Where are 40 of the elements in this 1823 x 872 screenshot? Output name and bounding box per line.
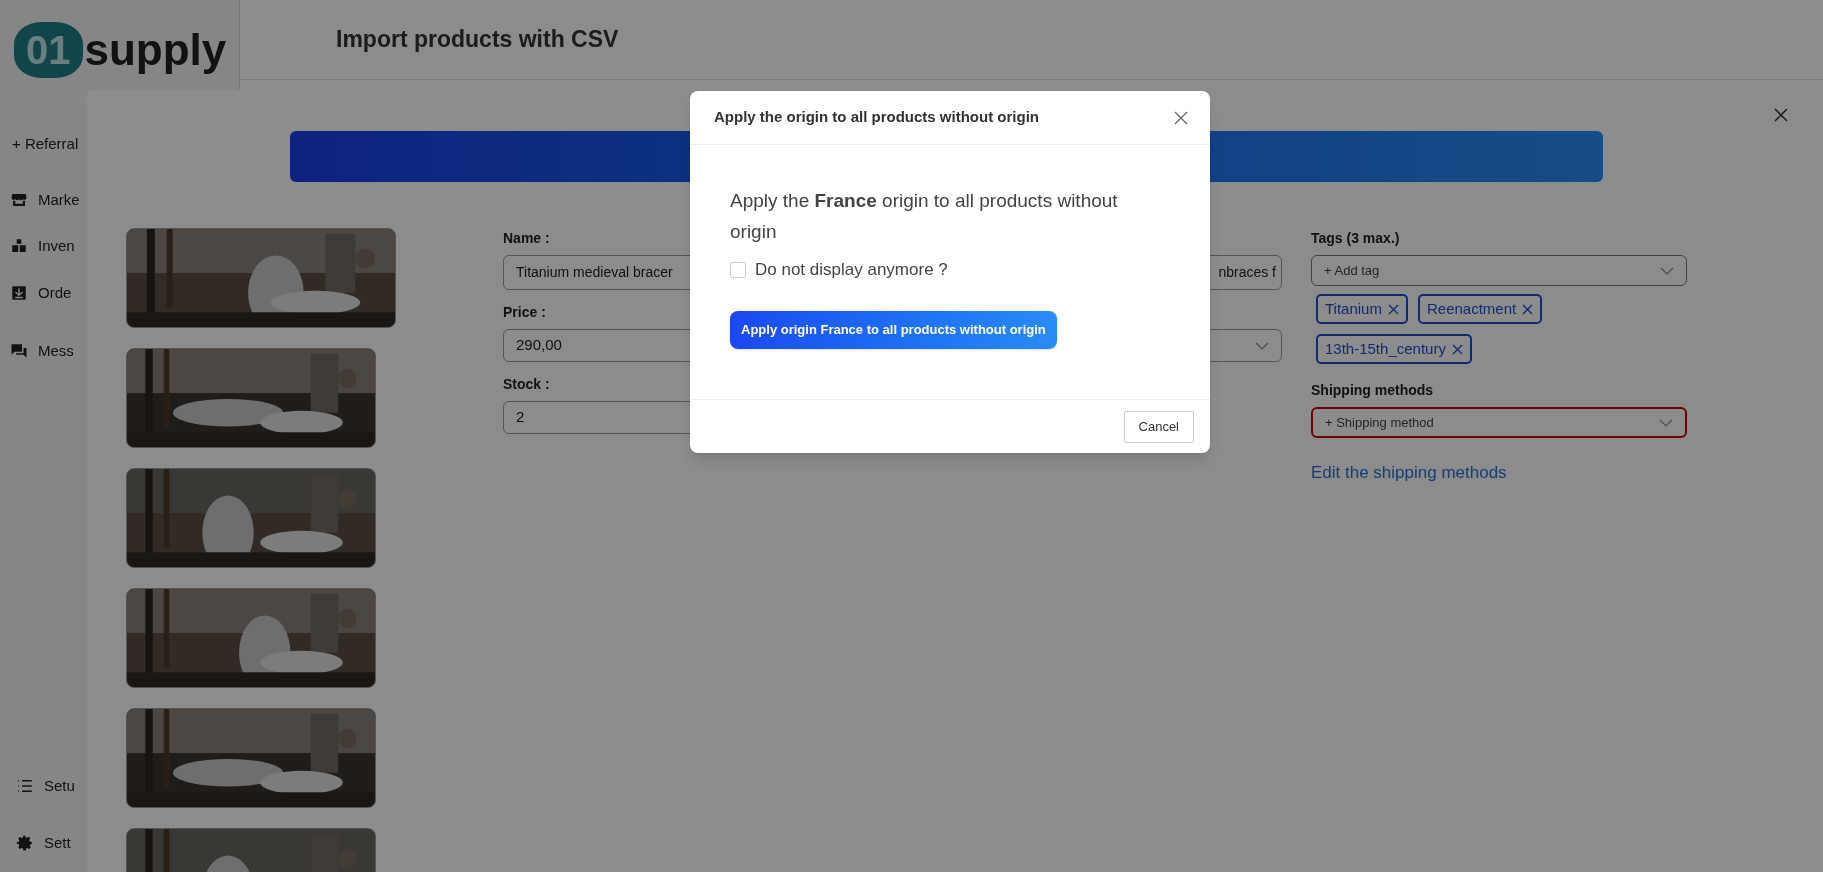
chevron-down-icon <box>1659 418 1673 427</box>
remove-icon[interactable] <box>1522 303 1534 315</box>
apply-origin-button[interactable]: Apply origin France to all products without origin <box>730 310 1057 349</box>
logo-word: supply <box>84 28 227 72</box>
remove-icon[interactable] <box>1387 303 1399 315</box>
download-icon <box>10 283 28 302</box>
dialog-title: Apply the origin to all products without origin <box>714 107 1039 128</box>
dialog-message: Apply the France origin to all products without origin <box>730 189 1119 244</box>
close-icon[interactable] <box>1774 108 1788 122</box>
sidebar-item[interactable]: Setu <box>16 775 75 798</box>
logo-number: 01 <box>14 22 83 78</box>
sidebar-item[interactable]: Mess <box>10 340 74 363</box>
tag-select[interactable]: + Add tag <box>1311 255 1687 286</box>
edit-shipping-link[interactable]: Edit the shipping methods <box>1311 460 1507 486</box>
field-label: Price : <box>503 303 546 322</box>
chevron-down-icon <box>1255 341 1269 350</box>
chevron-down-icon <box>1660 266 1674 275</box>
field-value-start: Titanium medieval bracer <box>516 263 673 282</box>
tag-chip[interactable]: Reenactment <box>1417 294 1543 324</box>
settings-icon <box>16 833 34 852</box>
field-label: Stock : <box>503 375 550 394</box>
remove-icon[interactable] <box>1451 343 1463 355</box>
field-value-end: nbraces f <box>1218 263 1276 282</box>
chat-icon <box>10 342 28 361</box>
checkbox[interactable] <box>730 261 746 278</box>
checkbox-label: Do not display anymore ? <box>755 259 948 281</box>
referral-link[interactable]: + Referral <box>12 133 79 156</box>
shipping-select[interactable]: + Shipping method <box>1311 407 1687 438</box>
sidebar-item[interactable]: Marke <box>10 188 80 211</box>
tag-chip[interactable]: Titanium <box>1316 294 1408 324</box>
tag-chip[interactable]: 13th-15th_century <box>1316 334 1472 364</box>
sidebar-item[interactable]: Inven <box>10 235 75 258</box>
field-label: Shipping methods <box>1311 381 1434 400</box>
sidebar-item[interactable]: Sett <box>16 831 71 854</box>
field-label: Tags (3 max.) <box>1311 229 1400 248</box>
close-icon[interactable] <box>1174 110 1188 125</box>
sidebar-item[interactable]: Orde <box>10 281 72 304</box>
cancel-button[interactable]: Cancel <box>1123 410 1194 443</box>
field-label: Name : <box>503 229 550 248</box>
page-title: Import products with CSV <box>336 25 619 55</box>
